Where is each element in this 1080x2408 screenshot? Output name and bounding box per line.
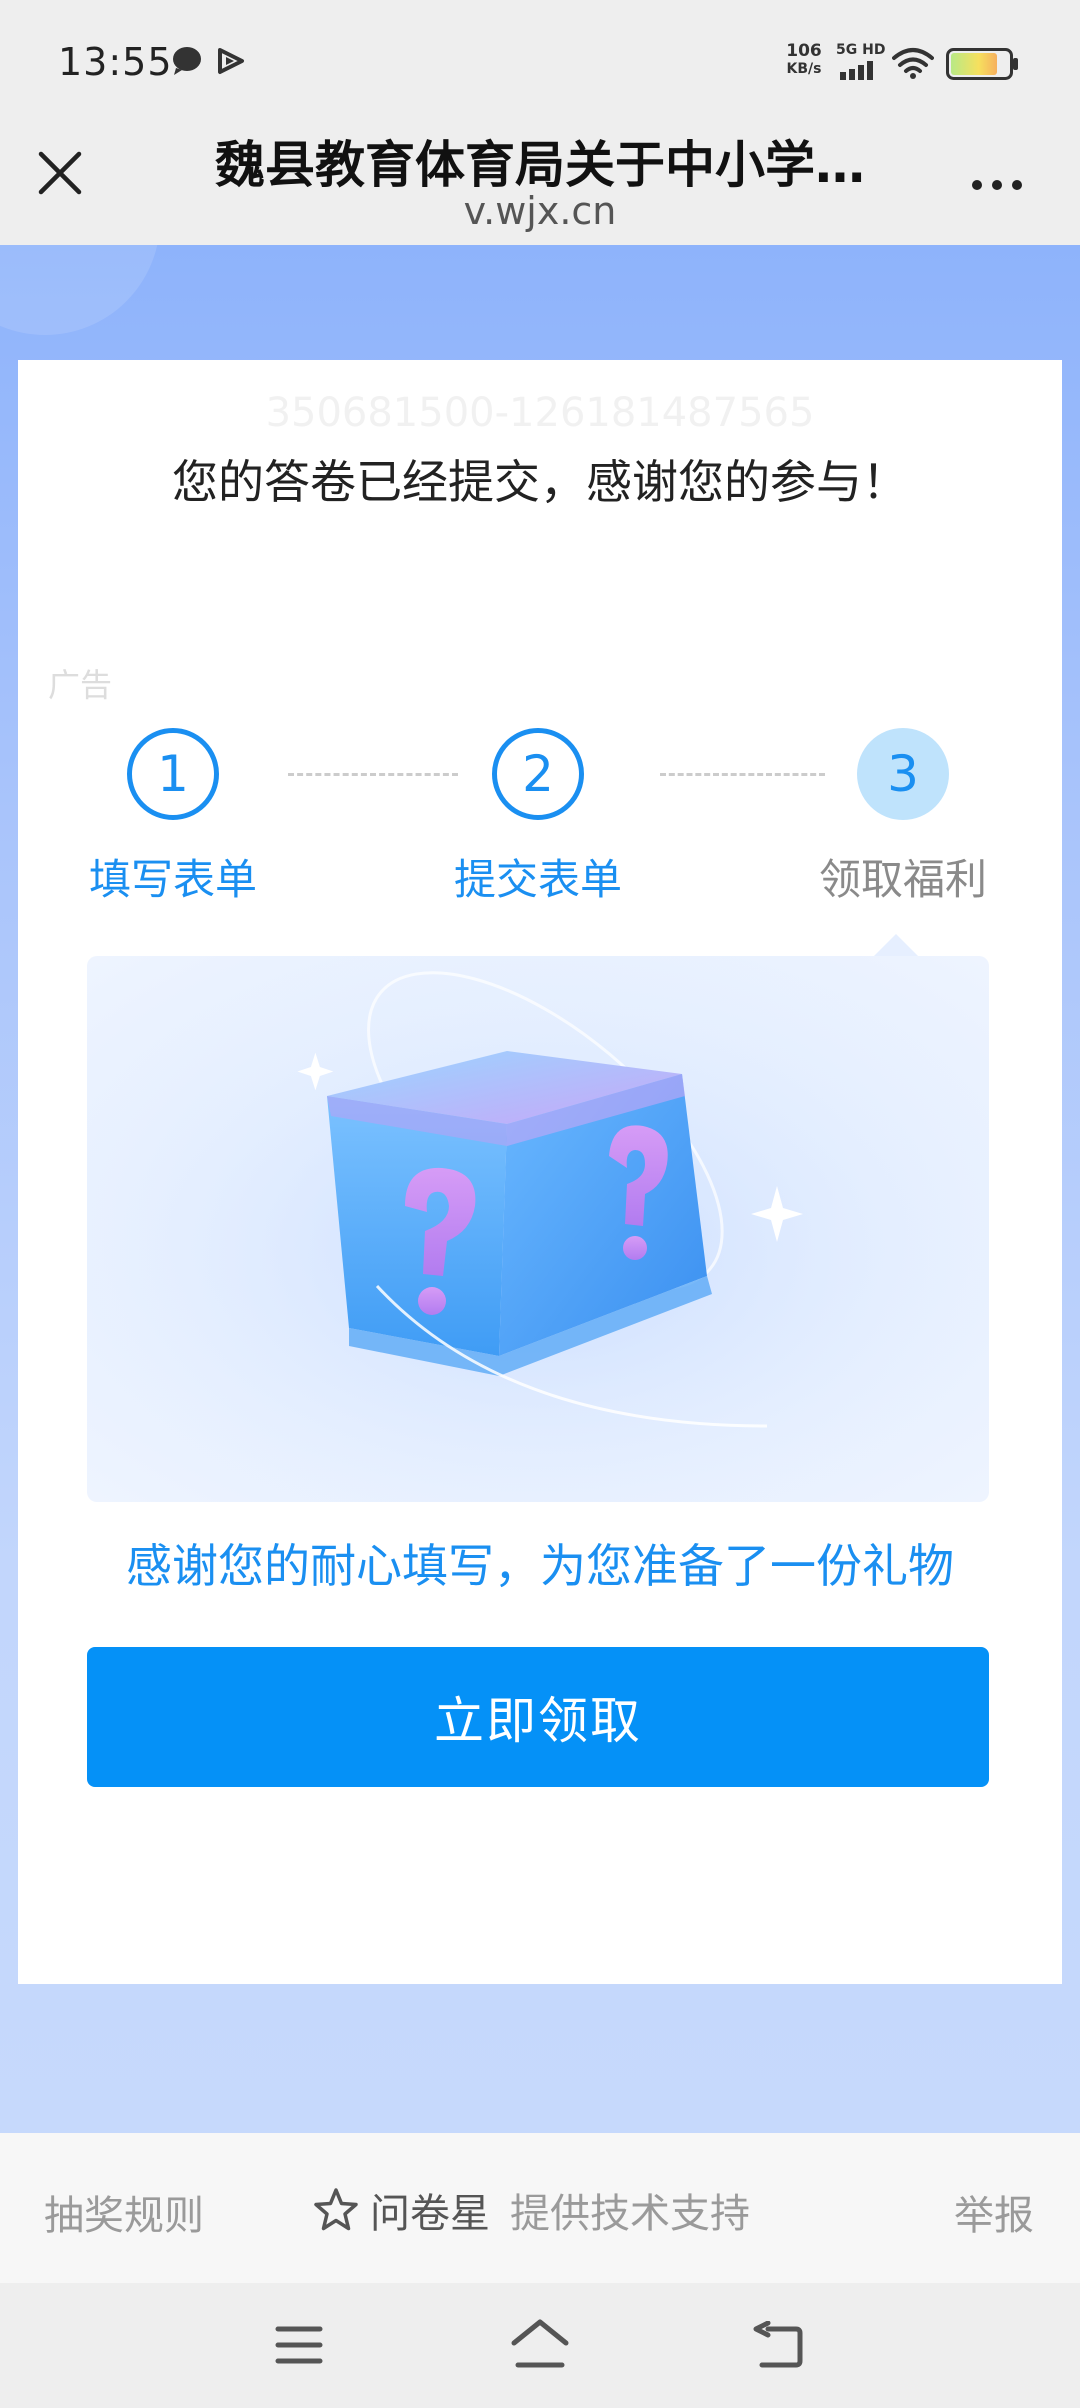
step-claim-reward: 3 领取福利 [783, 728, 1023, 907]
menu-icon[interactable] [274, 2323, 324, 2367]
more-icon-dot [992, 180, 1002, 190]
step-label: 领取福利 [818, 855, 987, 904]
step-number: 2 [492, 728, 584, 820]
close-button[interactable] [34, 147, 86, 199]
signal-icon: 5G HD [836, 42, 886, 82]
step-number: 3 [857, 728, 949, 820]
step-submit-form: 2 提交表单 [418, 728, 658, 907]
lottery-rules-link[interactable]: 抽奖规则 [44, 2183, 204, 2241]
net-speed: 106 KB/s [780, 42, 828, 78]
more-icon-dot [1012, 180, 1022, 190]
more-button[interactable] [962, 165, 1032, 205]
net-speed-value: 106 [786, 41, 822, 61]
claim-now-button[interactable]: 立即领取 [87, 1647, 989, 1787]
result-card: 350681500-126181487565 您的答卷已经提交，感谢您的参与！ … [18, 360, 1062, 1984]
status-time: 13:55 [58, 40, 173, 84]
net-speed-unit: KB/s [786, 61, 822, 77]
background-decoration [0, 245, 160, 335]
more-icon-dot [972, 180, 982, 190]
report-link[interactable]: 举报 [954, 2183, 1034, 2241]
back-icon[interactable] [752, 2321, 806, 2371]
page-title: 魏县教育体育局关于中小学… [215, 136, 865, 194]
wifi-icon [892, 48, 934, 79]
brand-credit[interactable]: 问卷星 提供技术支持 [312, 2181, 750, 2239]
step-number: 1 [127, 728, 219, 820]
system-nav-bar [0, 2283, 1080, 2408]
gift-panel [87, 956, 989, 1502]
star-icon [314, 2188, 358, 2231]
tech-support-text: 提供技术支持 [510, 2191, 750, 2237]
brand-name: 问卷星 [370, 2191, 490, 2237]
battery-icon [946, 48, 1018, 80]
play-icon [218, 48, 244, 74]
step-label: 提交表单 [453, 855, 622, 904]
answer-id-watermark: 350681500-126181487565 [265, 390, 815, 436]
close-icon [38, 151, 82, 195]
chat-icon [173, 47, 201, 75]
step-label: 填写表单 [88, 855, 257, 904]
status-bar: 13:55 106 KB/s 5G HD [0, 0, 1080, 125]
submit-success-message: 您的答卷已经提交，感谢您的参与！ [172, 455, 908, 509]
network-label: 5G HD [836, 42, 886, 58]
step-fill-form: 1 填写表单 [53, 728, 293, 907]
page-url: v.wjx.cn [463, 189, 617, 233]
page-footer: 抽奖规则 问卷星 提供技术支持 举报 [0, 2133, 1080, 2283]
gift-thanks-message: 感谢您的耐心填写，为您准备了一份礼物 [126, 1539, 954, 1593]
mystery-box-illustration [87, 956, 989, 1502]
browser-title-bar: 魏县教育体育局关于中小学… v.wjx.cn [0, 125, 1080, 245]
step-pointer [874, 934, 918, 956]
ad-label: 广告 [48, 666, 113, 704]
home-icon[interactable] [508, 2317, 572, 2371]
